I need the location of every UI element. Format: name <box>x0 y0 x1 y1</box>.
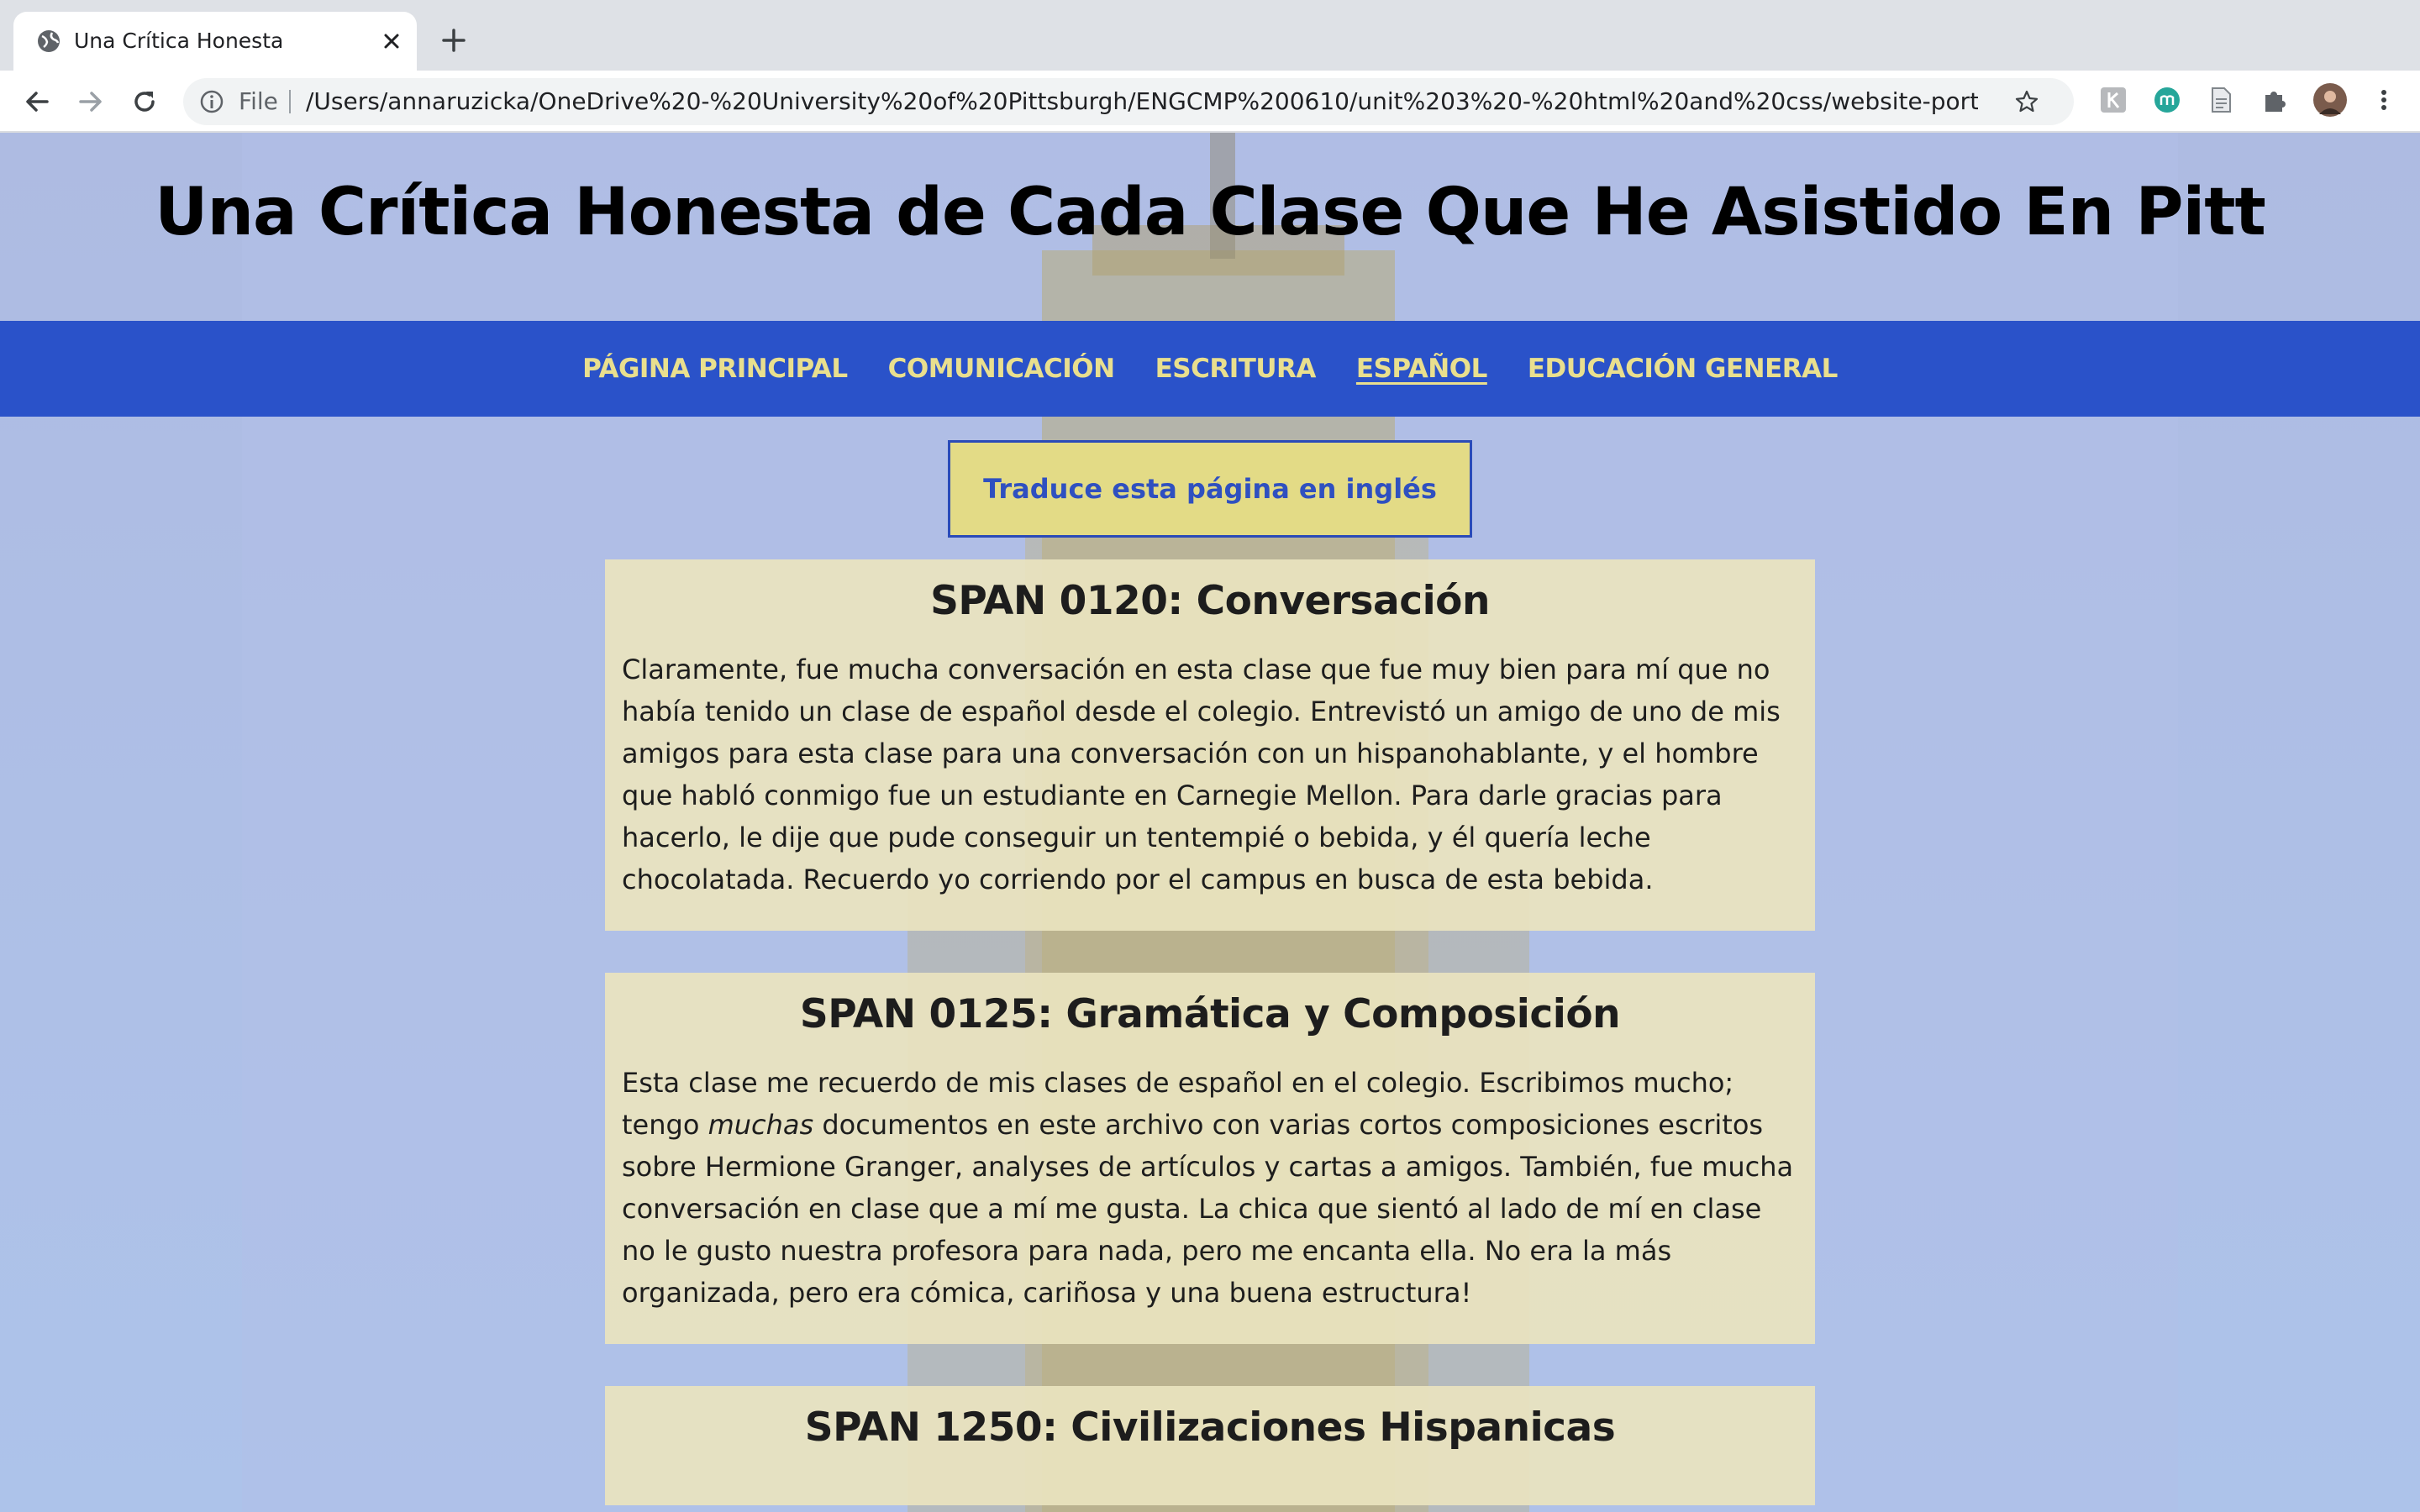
reload-icon[interactable] <box>128 85 161 118</box>
tab-title: Una Crítica Honesta <box>74 29 284 53</box>
url-text[interactable]: /Users/annaruzicka/OneDrive%20-%20Univer… <box>306 78 1978 125</box>
course-description: Claramente, fue mucha conversación en es… <box>622 654 1781 895</box>
translate-button[interactable]: Traduce esta página en inglés <box>948 440 1472 538</box>
course-description: Esta clase me recuerdo de mis clases de … <box>622 1062 1798 1314</box>
page-viewport: Una Crítica Honesta de Cada Clase Que He… <box>0 133 2420 1512</box>
puzzle-extensions-icon[interactable] <box>2260 86 2289 114</box>
omnibox-divider <box>289 90 291 113</box>
file-scheme-label: File <box>239 87 278 115</box>
forward-icon[interactable] <box>74 85 108 118</box>
nav-link-espanol[interactable]: ESPAÑOL <box>1356 354 1487 384</box>
browser-tabstrip: Una Crítica Honesta <box>0 0 2420 71</box>
course-heading: SPAN 1250: Civilizaciones Hispanicas <box>804 1404 1616 1451</box>
course-card: SPAN 0125: Gramática y Composición Esta … <box>605 973 1815 1344</box>
info-icon[interactable] <box>198 88 225 115</box>
course-description-emphasis: muchas <box>708 1109 814 1141</box>
close-icon[interactable] <box>378 28 405 55</box>
main-navigation: PÁGINA PRINCIPAL COMUNICACIÓN ESCRITURA … <box>0 321 2420 417</box>
more-menu-icon[interactable] <box>2370 86 2398 114</box>
extension-k-icon[interactable] <box>2099 86 2128 114</box>
nav-link-escritura[interactable]: ESCRITURA <box>1155 354 1317 384</box>
globe-icon <box>38 30 60 52</box>
course-card: SPAN 1250: Civilizaciones Hispanicas <box>605 1386 1815 1505</box>
nav-link-comunicacion[interactable]: COMUNICACIÓN <box>888 354 1115 384</box>
course-heading: SPAN 0120: Conversación <box>930 578 1490 624</box>
browser-toolbar: File /Users/annaruzicka/OneDrive%20-%20U… <box>0 71 2420 133</box>
document-extension-icon[interactable] <box>2207 86 2235 114</box>
browser-tab[interactable]: Una Crítica Honesta <box>13 12 417 71</box>
new-tab-icon[interactable] <box>439 25 469 55</box>
nav-link-educacion-general[interactable]: EDUCACIÓN GENERAL <box>1528 354 1839 384</box>
course-heading: SPAN 0125: Gramática y Composición <box>799 991 1621 1037</box>
nav-link-pagina-principal[interactable]: PÁGINA PRINCIPAL <box>582 354 848 384</box>
avatar[interactable] <box>2312 82 2348 118</box>
course-card: SPAN 0120: Conversación Claramente, fue … <box>605 559 1815 931</box>
page-title: Una Crítica Honesta de Cada Clase Que He… <box>155 175 2266 250</box>
address-bar[interactable]: File /Users/annaruzicka/OneDrive%20-%20U… <box>183 78 2074 125</box>
bookmark-star-icon[interactable] <box>2013 88 2040 115</box>
back-icon[interactable] <box>20 85 54 118</box>
extension-m-icon[interactable] <box>2153 86 2181 114</box>
